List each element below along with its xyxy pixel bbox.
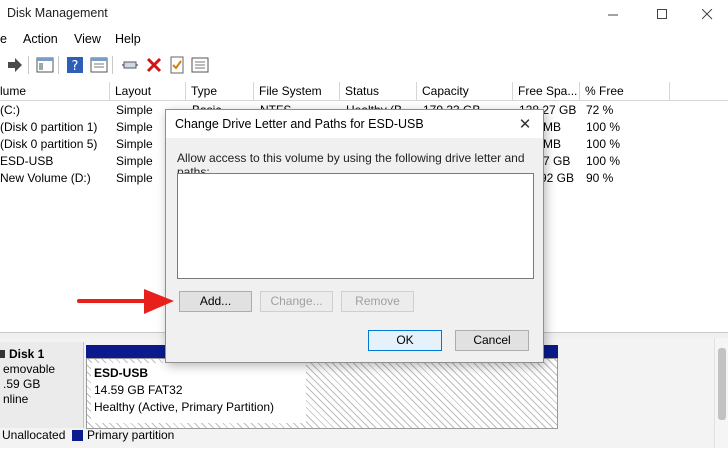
partition-info: ESD-USB 14.59 GB FAT32 Healthy (Active, … (91, 363, 306, 423)
help-icon[interactable]: ? (66, 56, 84, 74)
dialog-title-bar: Change Drive Letter and Paths for ESD-US… (166, 110, 543, 138)
close-button[interactable] (684, 0, 728, 28)
column-header-volume[interactable]: lume (0, 82, 110, 101)
disk-size: .59 GB (3, 377, 41, 391)
drive-letter-paths-list[interactable] (177, 173, 534, 279)
connect-icon[interactable] (121, 56, 139, 74)
menu-file[interactable]: e (0, 32, 7, 46)
legend-primary-swatch (72, 430, 83, 441)
dialog-title: Change Drive Letter and Paths for ESD-US… (175, 117, 424, 131)
toolbar-separator (28, 56, 29, 74)
cell-free-space: MB (543, 120, 561, 134)
close-icon (701, 8, 712, 19)
svg-text:?: ? (72, 59, 79, 74)
title-bar: Disk Management (0, 0, 728, 28)
menu-bar: e Action View Help (0, 30, 728, 50)
cell-free-space: 7 GB (543, 154, 571, 168)
disk-icon (0, 350, 5, 358)
partition-block[interactable]: ESD-USB 14.59 GB FAT32 Healthy (Active, … (86, 358, 558, 429)
toolbar-separator (58, 56, 59, 74)
cell-percent-free: 90 % (586, 171, 614, 185)
menu-action[interactable]: Action (23, 32, 58, 46)
cell-volume: New Volume (D:) (0, 171, 91, 185)
toolbar-separator (112, 56, 113, 74)
delete-icon[interactable] (145, 56, 163, 74)
minimize-icon (607, 14, 618, 15)
add-button[interactable]: Add... (179, 291, 252, 312)
column-header-percent-free[interactable]: % Free (580, 82, 670, 101)
forward-icon[interactable] (6, 56, 24, 74)
column-header-empty (670, 82, 728, 101)
minimize-button[interactable] (590, 0, 636, 28)
legend: Unallocated Primary partition (0, 428, 728, 445)
partition-status: Healthy (Active, Primary Partition) (94, 400, 275, 414)
column-header-free-space[interactable]: Free Spa... (513, 82, 580, 101)
column-header-file-system[interactable]: File System (254, 82, 340, 101)
cell-volume: (Disk 0 partition 1) (0, 120, 98, 134)
properties-icon[interactable] (90, 56, 108, 74)
maximize-button[interactable] (639, 0, 685, 28)
disk-type: emovable (3, 362, 56, 376)
cell-percent-free: 72 % (586, 103, 614, 117)
cell-volume: ESD-USB (0, 154, 54, 168)
legend-unallocated-label: Unallocated (2, 428, 66, 442)
cell-percent-free: 100 % (586, 137, 621, 151)
partition-name: ESD-USB (94, 366, 149, 380)
column-header-status[interactable]: Status (340, 82, 417, 101)
list-view-icon[interactable] (191, 56, 209, 74)
column-header-capacity[interactable]: Capacity (417, 82, 513, 101)
scrollbar-thumb[interactable] (718, 348, 726, 420)
menu-view[interactable]: View (74, 32, 101, 46)
change-button[interactable]: Change... (260, 291, 333, 312)
checklist-icon[interactable] (168, 56, 186, 74)
cell-volume: (Disk 0 partition 5) (0, 137, 98, 151)
console-tree-icon[interactable] (36, 56, 54, 74)
cancel-button[interactable]: Cancel (455, 330, 529, 351)
close-icon: ✕ (518, 116, 532, 133)
toolbar: ? (0, 53, 728, 77)
column-header-layout[interactable]: Layout (110, 82, 186, 101)
menu-help[interactable]: Help (115, 32, 141, 46)
maximize-icon (656, 8, 667, 19)
cell-percent-free: 100 % (586, 154, 621, 168)
disk-label[interactable]: Disk 1 emovable .59 GB nline (0, 342, 84, 428)
red-arrow-annotation (77, 289, 174, 314)
ok-button[interactable]: OK (368, 330, 442, 351)
legend-primary-label: Primary partition (87, 428, 175, 442)
cell-volume: (C:) (0, 103, 20, 117)
window-title: Disk Management (7, 6, 108, 20)
disk-name: Disk 1 (9, 347, 45, 361)
partition-size: 14.59 GB FAT32 (94, 383, 183, 397)
remove-button[interactable]: Remove (341, 291, 414, 312)
change-drive-letter-dialog: Change Drive Letter and Paths for ESD-US… (165, 109, 544, 363)
dialog-close-button[interactable]: ✕ (507, 110, 543, 138)
column-header-type[interactable]: Type (186, 82, 254, 101)
cell-free-space: MB (543, 137, 561, 151)
disk-state: nline (3, 392, 29, 406)
cell-percent-free: 100 % (586, 120, 621, 134)
